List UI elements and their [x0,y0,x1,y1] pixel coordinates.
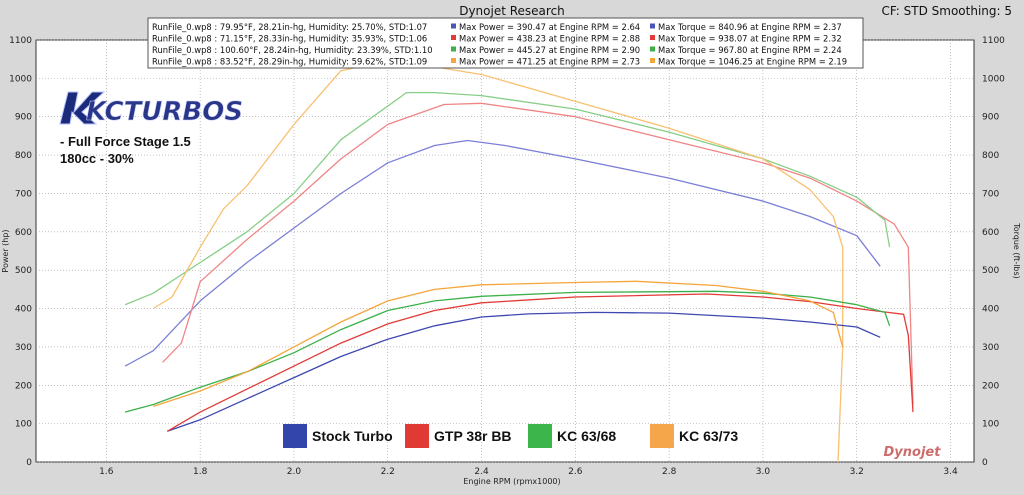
header-info: CF: STD Smoothing: 5 [881,4,1012,18]
legend-power-swatch [451,23,456,29]
legend-max-power: Max Power = 445.27 at Engine RPM = 2.90 [459,45,640,55]
x-tick-label: 2.8 [662,467,677,477]
y2-tick-label: 1000 [982,74,1005,84]
legend-max-power: Max Power = 471.25 at Engine RPM = 2.73 [459,57,640,67]
legend-torque-swatch [650,46,655,52]
y-tick-label: 200 [15,381,32,391]
x-tick-label: 3.4 [943,467,958,477]
y-tick-label: 300 [15,343,32,353]
y-tick-label: 800 [15,151,32,161]
legend-run-info: RunFile_0.wp8 : 79.95°F, 28.21in-hg, Hum… [152,22,427,32]
legend-torque-swatch [650,35,655,40]
turbo-legend-label: KC 63/73 [679,428,738,444]
legend-power-swatch [451,35,456,40]
turbo-legend-label: Stock Turbo [312,428,393,444]
x-axis-title: Engine RPM (rpmx1000) [463,477,560,486]
legend-max-power: Max Power = 438.23 at Engine RPM = 2.88 [459,34,640,44]
y-tick-label: 400 [15,305,32,315]
legend-max-torque: Max Torque = 1046.25 at Engine RPM = 2.1… [658,57,847,67]
y-tick-label: 1000 [9,74,32,84]
turbo-legend-swatch [283,424,307,448]
y2-tick-label: 1100 [982,36,1005,46]
y2-tick-label: 0 [982,458,988,468]
x-tick-label: 3.2 [850,467,864,477]
y-tick-label: 900 [15,113,32,123]
dyno-chart: Dynojet Research CF: STD Smoothing: 5 0 1… [0,0,1024,495]
turbo-legend-swatch [405,424,429,448]
legend-run-info: RunFile_0.wp8 : 83.52°F, 28.29in-hg, Hum… [152,57,427,67]
x-tick-label: 1.8 [193,467,208,477]
x-tick-label: 2.6 [568,467,583,477]
chart-title: Dynojet Research [459,4,565,18]
x-tick-label: 3.0 [756,467,771,477]
legend-max-power: Max Power = 390.47 at Engine RPM = 2.64 [459,22,640,32]
y-tick-label: 600 [15,228,32,238]
y-axis-title: Power (hp) [1,229,10,272]
y2-tick-label: 100 [982,420,999,430]
x-tick-label: 2.2 [381,467,395,477]
turbo-legend-label: KC 63/68 [557,428,616,444]
y2-axis-title: Torque (ft-lbs) [1012,222,1021,279]
dynojet-watermark: Dynojet [884,445,942,460]
note-line-1: - Full Force Stage 1.5 [60,134,191,149]
x-tick-label: 2.0 [287,467,302,477]
dyno-chart-screen: Dynojet Research CF: STD Smoothing: 5 0 1… [0,0,1024,495]
legend-run-info: RunFile_0.wp8 : 100.60°F, 28.24in-hg, Hu… [152,45,433,55]
note-line-2: 180cc - 30% [60,151,134,166]
logo-text: KCTURBOS [86,97,243,127]
y-tick-label: 0 [26,458,32,468]
y2-tick-label: 700 [982,189,999,199]
legend-max-torque: Max Torque = 938.07 at Engine RPM = 2.32 [658,34,842,44]
legend-run-info: RunFile_0.wp8 : 71.15°F, 28.33in-hg, Hum… [152,34,427,44]
y2-tick-label: 400 [982,305,999,315]
run-legend: RunFile_0.wp8 : 79.95°F, 28.21in-hg, Hum… [147,17,864,69]
x-tick-label: 1.6 [99,467,114,477]
turbo-legend-swatch [528,424,552,448]
turbo-legend-label: GTP 38r BB [434,428,512,444]
x-tick-label: 2.4 [474,467,489,477]
y2-tick-label: 600 [982,228,999,238]
legend-max-torque: Max Torque = 840.96 at Engine RPM = 2.37 [658,22,842,32]
legend-max-torque: Max Torque = 967.80 at Engine RPM = 2.24 [658,45,842,55]
y2-tick-label: 500 [982,266,999,276]
y2-tick-label: 900 [982,113,999,123]
y-tick-label: 700 [15,189,32,199]
y-tick-label: 1100 [9,36,32,46]
y-tick-label: 500 [15,266,32,276]
turbo-legend-swatch [650,424,674,448]
y2-tick-label: 800 [982,151,999,161]
legend-power-swatch [451,58,456,63]
y2-tick-label: 300 [982,343,999,353]
legend-torque-swatch [650,23,655,29]
y2-tick-label: 200 [982,381,999,391]
legend-torque-swatch [650,58,655,63]
legend-power-swatch [451,46,456,52]
y-tick-label: 100 [15,420,32,430]
kcturbos-logo: KCTURBOS [59,91,243,127]
